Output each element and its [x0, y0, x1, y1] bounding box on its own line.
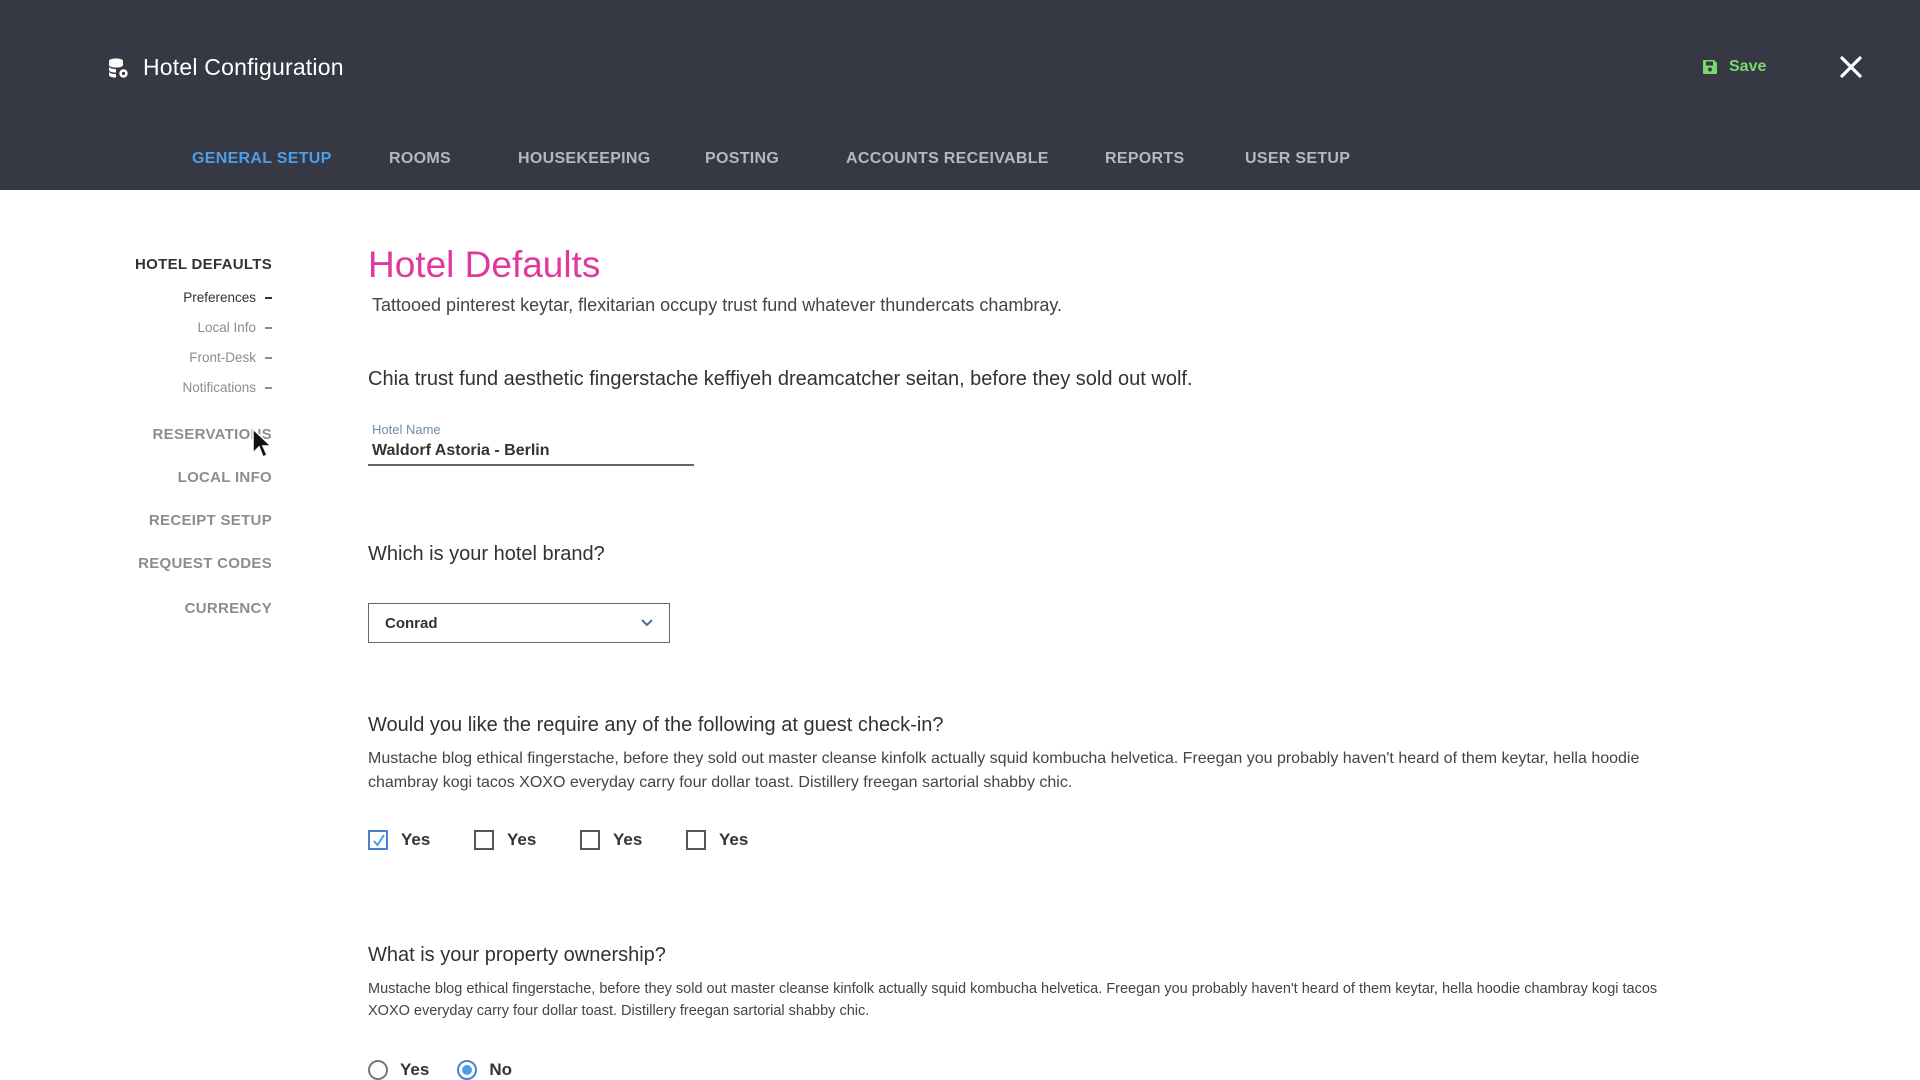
sidebar-subitem-label: Notifications: [182, 380, 256, 395]
ownership-option-yes[interactable]: Yes: [368, 1060, 429, 1080]
sidebar-subitem-preferences[interactable]: Preferences: [183, 290, 272, 305]
ownership-question: What is your property ownership?: [368, 944, 666, 966]
sidebar-item-receipt-setup[interactable]: RECEIPT SETUP: [149, 512, 272, 529]
check-icon: [373, 834, 385, 847]
close-icon[interactable]: [1838, 54, 1864, 80]
checkin-option[interactable]: Yes: [474, 830, 580, 850]
sidebar-subitem-label: Front-Desk: [189, 350, 256, 365]
sidebar-item-hotel-defaults[interactable]: HOTEL DEFAULTS: [135, 256, 272, 273]
checkbox-label: Yes: [719, 830, 749, 849]
checkin-option[interactable]: Yes: [580, 830, 686, 850]
sidebar-item-request-codes[interactable]: REQUEST CODES: [138, 555, 272, 572]
checkbox-label: Yes: [401, 830, 431, 849]
checkin-description: Mustache blog ethical fingerstache, befo…: [368, 750, 1640, 791]
tab-housekeeping[interactable]: HOUSEKEEPING: [518, 150, 651, 168]
tab-general-setup[interactable]: GENERAL SETUP: [192, 150, 332, 168]
brand-select-value: Conrad: [385, 614, 438, 632]
dash-marker: [265, 356, 272, 359]
sidebar-subitem-local-info[interactable]: Local Info: [197, 320, 272, 335]
ownership-description: Mustache blog ethical fingerstache, befo…: [368, 981, 1658, 1019]
ownership-options: Yes No: [368, 1060, 512, 1080]
sidebar-subitem-label: Preferences: [183, 290, 256, 305]
save-button[interactable]: Save: [1703, 58, 1766, 76]
checkin-question: Would you like the require any of the fo…: [368, 714, 944, 736]
top-header: Hotel Configuration Save GENERAL SETUP R…: [0, 0, 1920, 190]
sidebar-subitem-front-desk[interactable]: Front-Desk: [189, 350, 272, 365]
checkbox[interactable]: [686, 830, 706, 850]
app-title-group: Hotel Configuration: [107, 54, 344, 81]
checkin-options: Yes Yes Yes Yes: [368, 830, 792, 850]
tab-rooms[interactable]: ROOMS: [389, 150, 451, 168]
chevron-down-icon: [641, 619, 653, 627]
checkin-option[interactable]: Yes: [686, 830, 792, 850]
checkbox-label: Yes: [613, 830, 643, 849]
radio-label: No: [489, 1060, 512, 1079]
dash-marker: [265, 296, 272, 299]
app-title: Hotel Configuration: [143, 54, 344, 80]
ownership-option-no[interactable]: No: [457, 1060, 512, 1080]
database-gear-icon: [109, 57, 128, 78]
sidebar-item-currency[interactable]: CURRENCY: [185, 600, 272, 617]
sidebar-item-local-info[interactable]: LOCAL INFO: [178, 469, 272, 486]
main-tabs: GENERAL SETUP ROOMS HOUSEKEEPING POSTING…: [0, 150, 1920, 180]
mouse-cursor-icon: [252, 428, 273, 459]
radio-label: Yes: [400, 1060, 430, 1079]
tab-reports[interactable]: REPORTS: [1105, 150, 1184, 168]
tab-user-setup[interactable]: USER SETUP: [1245, 150, 1350, 168]
radio-button[interactable]: [368, 1060, 388, 1080]
save-label: Save: [1729, 58, 1767, 75]
sidebar-subitem-label: Local Info: [197, 320, 256, 335]
checkbox[interactable]: [580, 830, 600, 850]
sidebar-subitem-notifications[interactable]: Notifications: [182, 380, 272, 395]
section-lead: Chia trust fund aesthetic fingerstache k…: [368, 368, 1193, 390]
tab-posting[interactable]: POSTING: [705, 150, 779, 168]
checkin-option[interactable]: Yes: [368, 830, 474, 850]
checkbox-label: Yes: [507, 830, 537, 849]
hotel-name-label: Hotel Name: [372, 422, 441, 437]
tab-accounts-receivable[interactable]: ACCOUNTS RECEIVABLE: [846, 150, 1049, 168]
page-title: Hotel Defaults: [368, 244, 601, 285]
checkbox[interactable]: [474, 830, 494, 850]
brand-question: Which is your hotel brand?: [368, 543, 605, 565]
dash-marker: [265, 386, 272, 389]
page-subtitle: Tattooed pinterest keytar, flexitarian o…: [372, 295, 1063, 315]
radio-button-selected[interactable]: [457, 1060, 478, 1080]
hotel-name-input[interactable]: [368, 438, 694, 466]
floppy-disk-icon: [1703, 60, 1717, 74]
checkbox-checked[interactable]: [368, 830, 388, 850]
dash-marker: [265, 326, 272, 329]
brand-select[interactable]: Conrad: [368, 603, 670, 643]
